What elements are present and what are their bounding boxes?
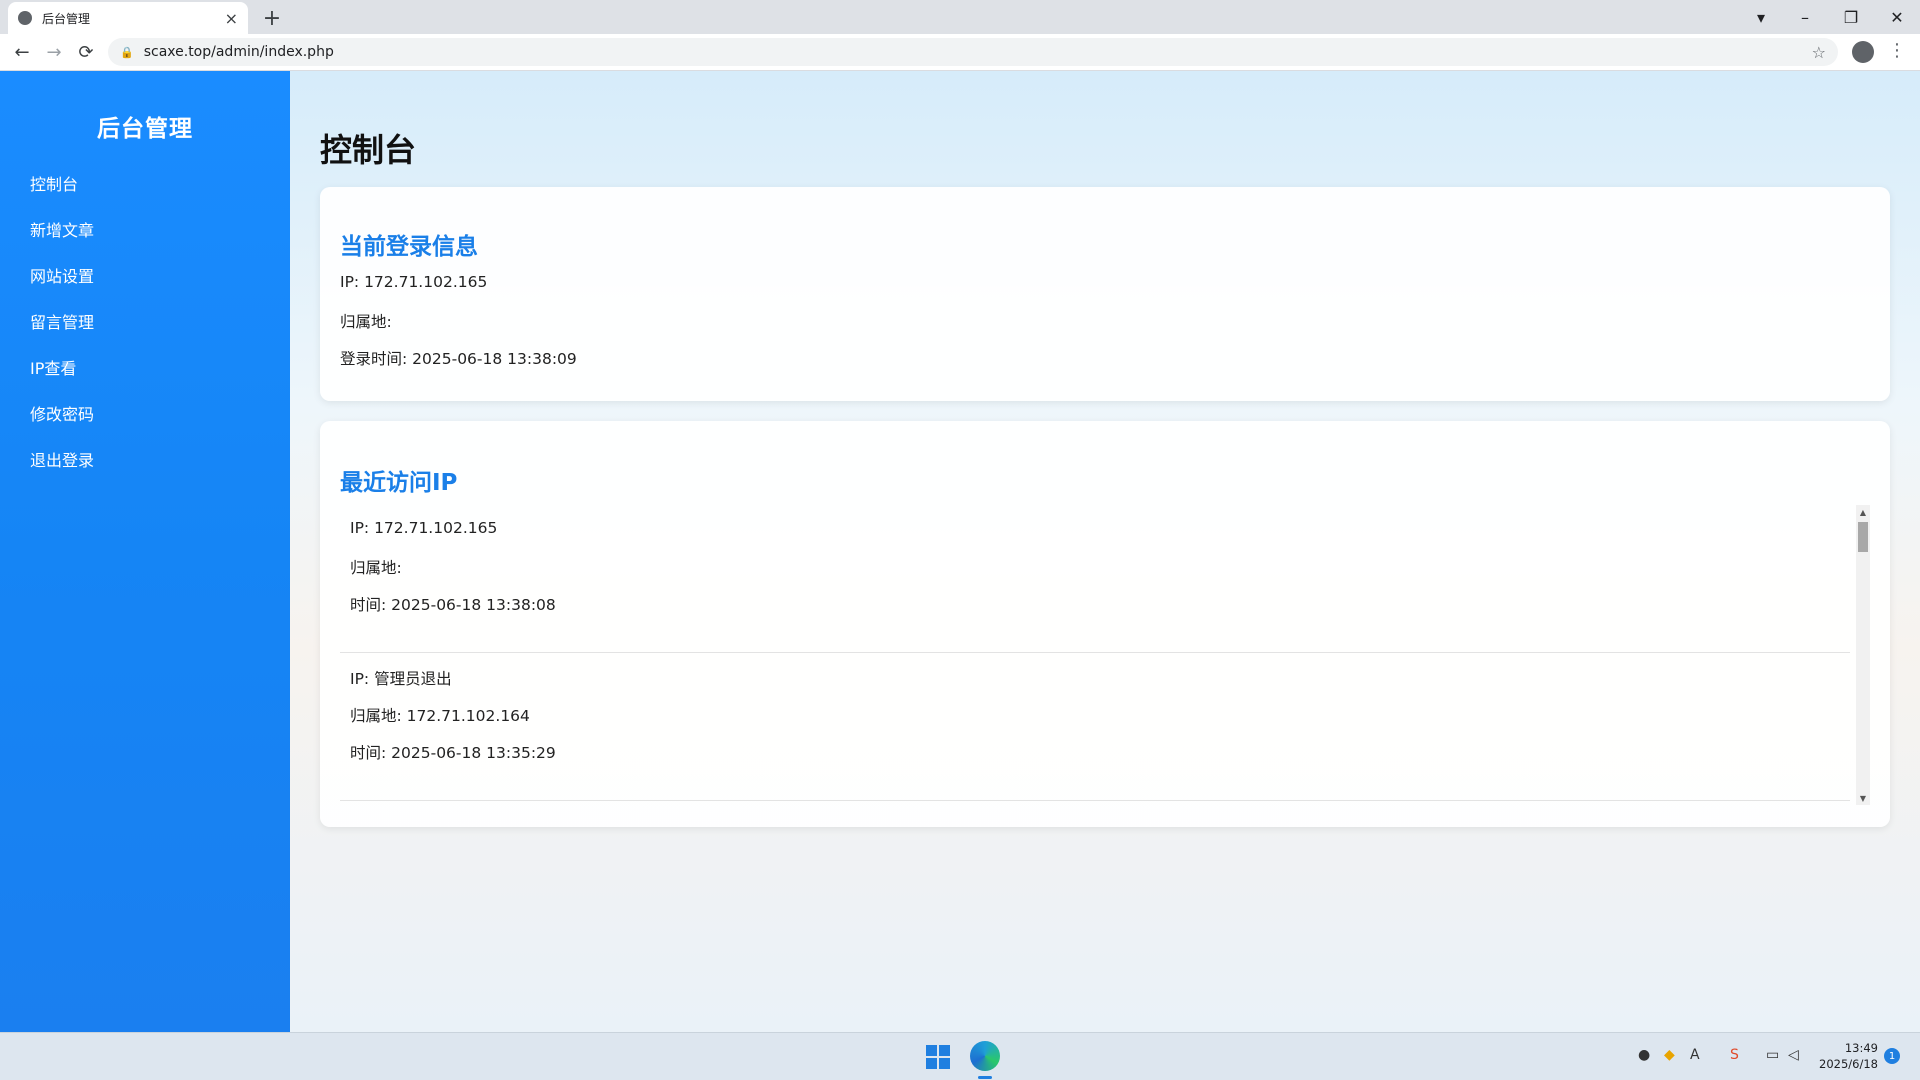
main-content: 控制台 当前登录信息 IP: 172.71.102.165 归属地: 登录时间:… — [290, 71, 1920, 1032]
browser-menu-icon[interactable]: ⋮ — [1888, 40, 1906, 61]
scroll-down-arrow-icon[interactable]: ▼ — [1856, 791, 1870, 805]
windows-taskbar: ● ◆ A S ▭ ◁ 13:49 2025/6/18 1 — [0, 1032, 1920, 1080]
recent-ip-card: 最近访问IP IP: 172.71.102.165 归属地: 时间: 2025-… — [320, 421, 1890, 827]
clock-time: 13:49 — [1844, 1041, 1878, 1055]
tab-search-icon[interactable]: ▾ — [1738, 0, 1784, 34]
windows-start-icon[interactable] — [926, 1045, 950, 1069]
globe-icon — [18, 11, 32, 25]
browser-tab-strip: 后台管理 × + ▾ – ❐ ✕ — [0, 0, 1920, 34]
sidebar-item-site-settings[interactable]: 网站设置 — [30, 268, 94, 314]
network-icon[interactable]: ▭ — [1766, 1047, 1779, 1063]
browser-toolbar: ← → ⟳ 🔒 scaxe.top/admin/index.php ☆ ⋮ — [0, 34, 1920, 71]
clock-date: 2025/6/18 — [1819, 1057, 1878, 1071]
entry-location: 归属地: — [350, 559, 402, 577]
ime-icon[interactable]: A — [1690, 1047, 1700, 1063]
close-tab-icon[interactable]: × — [225, 9, 238, 28]
sidebar-menu: 控制台 新增文章 网站设置 留言管理 IP查看 修改密码 退出登录 — [30, 176, 94, 498]
system-clock[interactable]: 13:49 2025/6/18 — [1818, 1040, 1878, 1072]
page-title: 控制台 — [320, 131, 417, 169]
window-close-button[interactable]: ✕ — [1874, 0, 1920, 34]
minimize-button[interactable]: – — [1782, 0, 1828, 34]
profile-avatar-icon[interactable] — [1852, 41, 1874, 63]
entry-time: 时间: 2025-06-18 13:35:29 — [350, 744, 556, 762]
entry-ip: IP: 172.71.102.165 — [350, 519, 498, 537]
login-location: 归属地: — [340, 313, 392, 331]
lock-icon[interactable]: 🔒 — [120, 46, 134, 59]
sidebar-item-new-article[interactable]: 新增文章 — [30, 222, 94, 268]
qq-icon[interactable]: ● — [1638, 1047, 1650, 1063]
sidebar-title: 后台管理 — [97, 116, 193, 142]
list-item: IP: 172.71.102.165 归属地: 时间: 2025-06-18 1… — [340, 505, 1850, 653]
bookmark-star-icon[interactable]: ☆ — [1812, 43, 1826, 62]
scrollbar-thumb[interactable] — [1858, 522, 1868, 552]
back-button[interactable]: ← — [8, 38, 36, 66]
edge-browser-icon[interactable] — [970, 1041, 1000, 1071]
sidebar-item-messages[interactable]: 留言管理 — [30, 314, 94, 360]
address-bar[interactable]: 🔒 scaxe.top/admin/index.php ☆ — [108, 38, 1838, 66]
page-viewport: 后台管理 控制台 新增文章 网站设置 留言管理 IP查看 修改密码 退出登录 控… — [0, 71, 1920, 1032]
tab-title: 后台管理 — [42, 11, 91, 26]
wechat-icon[interactable]: ◆ — [1664, 1047, 1675, 1063]
browser-tab[interactable]: 后台管理 × — [8, 2, 248, 34]
recent-ip-list[interactable]: IP: 172.71.102.165 归属地: 时间: 2025-06-18 1… — [340, 505, 1870, 805]
sidebar-item-dashboard[interactable]: 控制台 — [30, 176, 94, 222]
sidebar-item-ip-view[interactable]: IP查看 — [30, 360, 94, 406]
forward-button[interactable]: → — [40, 38, 68, 66]
restore-button[interactable]: ❐ — [1828, 0, 1874, 34]
entry-time: 时间: 2025-06-18 13:38:08 — [350, 596, 556, 614]
sidebar-item-change-password[interactable]: 修改密码 — [30, 406, 94, 452]
list-item: IP: 管理员退出 归属地: 172.71.102.164 时间: 2025-0… — [340, 653, 1850, 801]
entry-ip: IP: 管理员退出 — [350, 670, 452, 688]
reload-button[interactable]: ⟳ — [72, 38, 100, 66]
sidebar: 后台管理 控制台 新增文章 网站设置 留言管理 IP查看 修改密码 退出登录 — [0, 71, 290, 1032]
recent-ip-title: 最近访问IP — [340, 470, 458, 496]
sidebar-item-logout[interactable]: 退出登录 — [30, 452, 94, 498]
active-app-indicator — [978, 1076, 992, 1079]
login-info-title: 当前登录信息 — [340, 234, 478, 260]
entry-location: 归属地: 172.71.102.164 — [350, 707, 530, 725]
login-info-card: 当前登录信息 IP: 172.71.102.165 归属地: 登录时间: 202… — [320, 187, 1890, 401]
list-scrollbar[interactable]: ▲ ▼ — [1856, 505, 1870, 805]
new-tab-button[interactable]: + — [258, 4, 286, 32]
login-time: 登录时间: 2025-06-18 13:38:09 — [340, 350, 577, 368]
scroll-up-arrow-icon[interactable]: ▲ — [1856, 505, 1870, 519]
volume-icon[interactable]: ◁ — [1788, 1047, 1799, 1063]
url-text[interactable]: scaxe.top/admin/index.php — [144, 44, 1802, 60]
wps-icon[interactable]: S — [1730, 1047, 1739, 1063]
notification-badge[interactable]: 1 — [1884, 1048, 1900, 1064]
login-ip: IP: 172.71.102.165 — [340, 273, 488, 291]
